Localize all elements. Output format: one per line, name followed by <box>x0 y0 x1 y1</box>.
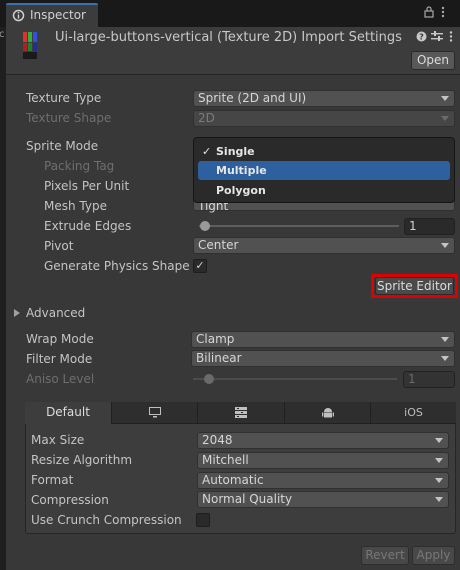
lock-icon[interactable] <box>424 6 434 21</box>
compression-dropdown[interactable]: Normal Quality <box>197 491 449 508</box>
android-icon <box>321 408 334 422</box>
filter-mode-label: Filter Mode <box>26 352 93 366</box>
menu-icon[interactable] <box>441 6 445 21</box>
wrap-mode-value: Clamp <box>196 332 235 346</box>
sprite-mode-label: Sprite Mode <box>26 139 99 153</box>
extrude-edges-slider-track[interactable] <box>199 225 399 227</box>
use-crunch-compression-checkbox[interactable] <box>196 513 210 527</box>
generate-physics-shape-checkbox[interactable]: ✓ <box>193 259 207 273</box>
max-size-label: Max Size <box>31 433 85 447</box>
sprite-mode-option-single[interactable]: ✓ Single <box>198 142 450 161</box>
left-panel-edge: c <box>0 27 6 570</box>
texture-type-dropdown[interactable]: Sprite (2D and UI) <box>193 90 455 107</box>
aniso-level-slider-track <box>193 378 397 380</box>
chevron-down-icon <box>435 478 443 483</box>
texture-shape-dropdown: 2D <box>193 110 455 127</box>
max-size-value: 2048 <box>202 433 233 447</box>
tab-webgl[interactable] <box>198 402 285 424</box>
format-value: Automatic <box>202 473 264 487</box>
pivot-value: Center <box>198 238 239 252</box>
checkmark-icon: ✓ <box>202 145 212 158</box>
chevron-right-icon[interactable] <box>14 309 20 317</box>
option-label: Multiple <box>216 164 267 177</box>
revert-button[interactable]: Revert <box>361 546 409 565</box>
option-label: Polygon <box>216 184 266 197</box>
page-title: Ui-large-buttons-vertical (Texture 2D) I… <box>55 30 402 45</box>
advanced-foldout[interactable]: Advanced <box>26 306 85 320</box>
format-dropdown[interactable]: Automatic <box>197 472 449 489</box>
wrap-mode-dropdown[interactable]: Clamp <box>191 331 455 348</box>
compression-label: Compression <box>31 493 109 507</box>
left-clip-text: c <box>0 29 5 40</box>
wrap-mode-label: Wrap Mode <box>26 332 94 346</box>
resize-algorithm-label: Resize Algorithm <box>31 453 133 467</box>
sprite-mode-option-polygon[interactable]: Polygon <box>198 181 450 200</box>
inspector-tab-label: Inspector <box>30 8 86 22</box>
chevron-down-icon <box>441 96 449 101</box>
pivot-dropdown[interactable]: Center <box>193 237 455 254</box>
extrude-edges-field[interactable]: 1 <box>404 218 455 235</box>
texture-shape-label: Texture Shape <box>26 111 112 125</box>
extrude-edges-slider-handle[interactable] <box>200 221 210 231</box>
inspector-tab[interactable]: Inspector <box>6 3 98 27</box>
tab-default[interactable]: Default <box>25 402 112 424</box>
window-tab-bar: Inspector <box>0 0 460 27</box>
sprite-mode-popup: ✓ Single Multiple Polygon <box>193 137 455 203</box>
texture-type-label: Texture Type <box>26 91 102 105</box>
resize-algorithm-dropdown[interactable]: Mitchell <box>197 452 449 469</box>
compression-value: Normal Quality <box>202 492 293 506</box>
texture-shape-value: 2D <box>198 111 215 125</box>
import-settings-header: Ui-large-buttons-vertical (Texture 2D) I… <box>6 27 460 75</box>
chevron-down-icon <box>435 458 443 463</box>
chevron-down-icon <box>441 356 449 361</box>
highlight-box <box>371 274 458 298</box>
aniso-level-label: Aniso Level <box>26 372 95 386</box>
inspector-icon <box>12 9 25 25</box>
aniso-level-field: 1 <box>403 371 455 388</box>
pixels-per-unit-label: Pixels Per Unit <box>44 179 130 193</box>
platform-tabs: Default iOS <box>25 402 456 424</box>
open-button[interactable]: Open <box>411 51 455 70</box>
tab-standalone[interactable] <box>112 402 198 424</box>
aniso-level-slider-handle <box>204 374 214 384</box>
chevron-down-icon <box>441 337 449 342</box>
monitor-icon <box>148 407 161 421</box>
tab-android[interactable] <box>285 402 371 424</box>
filter-mode-value: Bilinear <box>196 351 242 365</box>
pivot-label: Pivot <box>44 239 74 253</box>
mesh-type-label: Mesh Type <box>44 199 107 213</box>
chevron-down-icon <box>435 438 443 443</box>
sprite-mode-option-multiple[interactable]: Multiple <box>198 161 450 180</box>
apply-button[interactable]: Apply <box>412 546 455 565</box>
filter-mode-dropdown[interactable]: Bilinear <box>191 350 455 367</box>
preset-icon[interactable] <box>431 31 443 45</box>
more-icon[interactable] <box>449 31 453 45</box>
tab-ios[interactable]: iOS <box>371 402 456 424</box>
resize-algorithm-value: Mitchell <box>202 453 249 467</box>
generate-physics-shape-label: Generate Physics Shape <box>44 259 190 273</box>
chevron-down-icon <box>435 497 443 502</box>
svg-text:?: ? <box>419 33 424 42</box>
packing-tag-label: Packing Tag <box>44 159 115 173</box>
use-crunch-compression-label: Use Crunch Compression <box>31 513 182 527</box>
option-label: Single <box>216 145 255 158</box>
extrude-edges-label: Extrude Edges <box>44 219 132 233</box>
max-size-dropdown[interactable]: 2048 <box>197 432 449 449</box>
texture-thumbnail-icon <box>20 30 44 61</box>
texture-type-value: Sprite (2D and UI) <box>198 91 307 105</box>
help-icon[interactable]: ? <box>416 31 427 45</box>
webgl-icon <box>235 407 247 421</box>
format-label: Format <box>31 473 74 487</box>
chevron-down-icon <box>441 243 449 248</box>
chevron-down-icon <box>441 116 449 121</box>
